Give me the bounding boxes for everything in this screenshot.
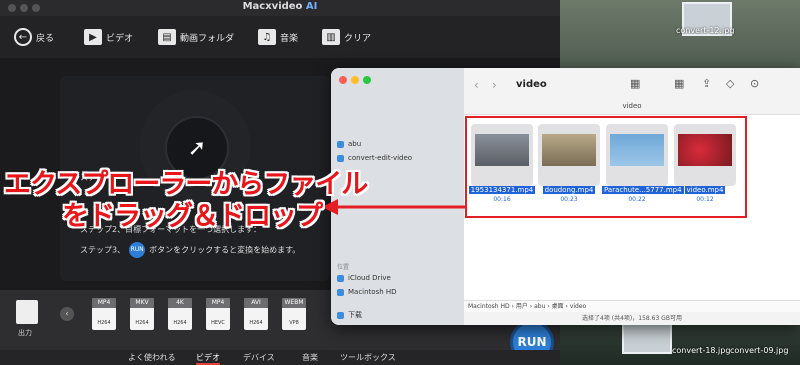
zoom-window-icon[interactable] [363, 76, 371, 84]
add-folder-button[interactable]: ▤ 動画フォルダ [158, 26, 234, 48]
sidebar-item-icloud[interactable]: iCloud Drive [337, 274, 391, 282]
format-avi-h264[interactable]: AVI H264 [244, 298, 272, 334]
toolbar: ← 戻る ▶ ビデオ ▤ 動画フォルダ ♫ 音楽 ▥ クリア [0, 16, 560, 59]
format-mp4-h264[interactable]: MP4 H264 [92, 298, 120, 334]
tab-device[interactable]: デバイス [243, 352, 275, 363]
folder-icon [337, 154, 344, 162]
desktop-file-label[interactable]: convert-09.jpg [730, 346, 788, 355]
sidebar-section-location: 位置 [337, 264, 350, 271]
finder-path-title: video [464, 102, 800, 115]
title-bar: Macxvideo AI [0, 0, 560, 16]
video-file-name[interactable]: video.mp4 [670, 186, 740, 194]
video-thumbnail [610, 134, 664, 166]
video-duration: 00:23 [560, 196, 578, 203]
tab-toolbox[interactable]: ツールボックス [340, 352, 396, 363]
desktop-file-label[interactable]: convert-12.jpg [676, 26, 734, 35]
format-webm-vp8[interactable]: WEBM VP8 [282, 298, 310, 334]
tab-popular[interactable]: よく使われる [128, 352, 176, 363]
video-thumbnail [678, 134, 732, 166]
tab-video[interactable]: ビデオ [196, 352, 220, 365]
home-icon [337, 140, 344, 148]
clear-button[interactable]: ▥ クリア [322, 26, 371, 48]
back-nav-icon[interactable]: ‹ [474, 78, 479, 92]
video-file-item[interactable] [471, 124, 533, 186]
sidebar-item-abu[interactable]: abu [337, 140, 361, 148]
video-file-item[interactable] [674, 124, 736, 186]
close-window-icon[interactable] [339, 76, 347, 84]
video-thumbnail [542, 134, 596, 166]
video-duration: 00:22 [628, 196, 646, 203]
breadcrumb: Macintosh HD › 用户 › abu › 桌面 › video [464, 300, 800, 312]
app-title: Macxvideo AI [242, 1, 318, 12]
add-video-button[interactable]: ▶ ビデオ [84, 26, 133, 48]
run-mini-icon: RUN [129, 242, 146, 258]
sidebar-item-macintosh-hd[interactable]: Macintosh HD [337, 288, 397, 296]
video-file-item[interactable] [538, 124, 600, 186]
video-file-name[interactable]: Parachute...5777.mp4 [602, 186, 684, 194]
video-file-item[interactable] [606, 124, 668, 186]
download-icon [337, 311, 344, 319]
scroll-left-icon[interactable]: ‹ [60, 307, 74, 321]
grid-view-icon[interactable]: ▦ [630, 77, 640, 90]
output-settings-icon[interactable] [16, 300, 38, 324]
more-options-icon[interactable]: ⊙ [750, 77, 759, 90]
format-mp4-hevc[interactable]: MP4 HEVC [206, 298, 234, 334]
finder-status-bar: 选择了4项 (共4项)，158.63 GB可用 [464, 312, 800, 325]
folder-add-icon: ▤ [158, 29, 176, 45]
finder-toolbar: ‹ › video ▦ ▦ ⇪ ◇ ⊙ [464, 68, 800, 103]
video-file-name[interactable]: 1953134371.mp4 [467, 186, 537, 194]
video-file-name[interactable]: doudong.mp4 [534, 186, 604, 194]
format-mkv-h264[interactable]: MKV H264 [130, 298, 158, 334]
finder-title: video [516, 79, 547, 90]
format-4k-h264[interactable]: 4K H264 [168, 298, 196, 334]
group-view-icon[interactable]: ▦ [674, 77, 684, 90]
format-category-tabs: よく使われる ビデオ デバイス 音楽 ツールボックス [0, 350, 560, 365]
video-duration: 00:16 [493, 196, 511, 203]
step-3-text: ステップ3、 RUN ボタンをクリックすると変換を始めます。 [80, 242, 300, 258]
sidebar-item-convert-edit-video[interactable]: convert-edit-video [337, 154, 412, 162]
add-music-button[interactable]: ♫ 音楽 [258, 26, 298, 48]
video-duration: 00:12 [696, 196, 714, 203]
video-add-icon: ▶ [84, 29, 102, 45]
tab-music[interactable]: 音楽 [302, 352, 318, 363]
annotation-line-2: をドラッグ＆ドロップ [62, 201, 323, 232]
share-icon[interactable]: ⇪ [702, 77, 711, 90]
back-arrow-icon: ← [14, 28, 32, 46]
output-label: 出力 [18, 329, 32, 337]
back-button[interactable]: ← 戻る [14, 26, 54, 48]
minimize-window-icon[interactable] [351, 76, 359, 84]
video-thumbnail [475, 134, 529, 166]
desktop-file-thumbnail[interactable] [622, 320, 672, 354]
sidebar-item-downloads[interactable]: 下载 [337, 310, 362, 320]
disk-icon [337, 288, 344, 296]
trash-icon: ▥ [322, 29, 340, 45]
forward-nav-icon[interactable]: › [492, 78, 497, 92]
music-add-icon: ♫ [258, 29, 276, 45]
desktop-file-label[interactable]: convert-18.jpg [672, 346, 730, 355]
cloud-icon [337, 274, 344, 282]
tag-icon[interactable]: ◇ [726, 77, 734, 90]
